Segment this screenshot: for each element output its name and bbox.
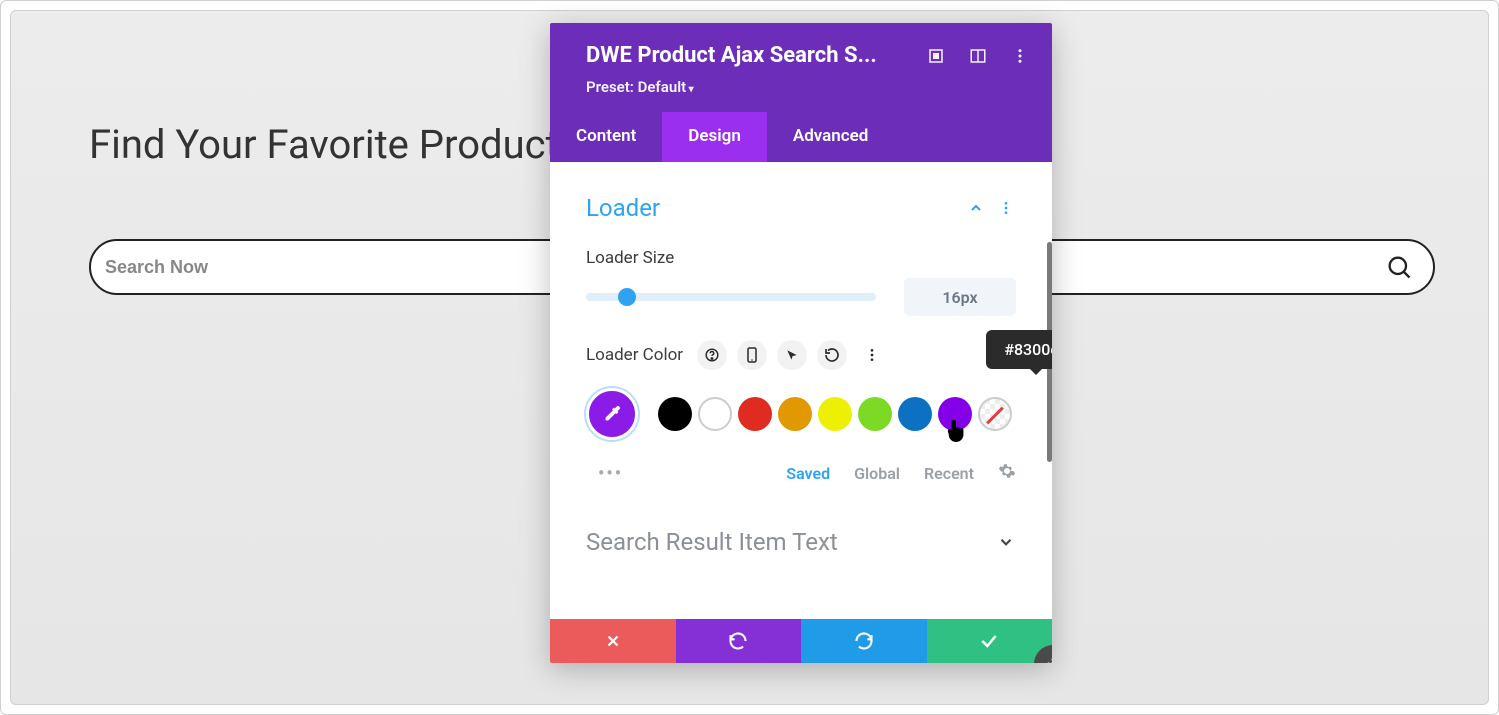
- loader-color-label: Loader Color: [586, 345, 683, 365]
- section-loader-head: Loader: [586, 184, 1016, 232]
- swatch-black[interactable]: [658, 397, 692, 431]
- palette-tabs: ••• Saved Global Recent: [586, 462, 1016, 484]
- panel-body: Loader Loader Size 16px Loader Color: [550, 162, 1052, 619]
- loader-size-label: Loader Size: [586, 248, 1016, 268]
- color-tooltip: #8300e9: [986, 330, 1052, 369]
- help-icon[interactable]: [697, 340, 727, 370]
- section-more-icon[interactable]: [996, 198, 1016, 218]
- hover-icon[interactable]: [777, 340, 807, 370]
- slider-thumb[interactable]: [618, 288, 636, 306]
- redo-button[interactable]: [801, 619, 927, 663]
- palette-tab-global[interactable]: Global: [854, 464, 900, 483]
- reset-icon[interactable]: [817, 340, 847, 370]
- swatches-row: [586, 388, 1016, 440]
- chevron-down-icon: [996, 532, 1016, 552]
- panel-tabs: Content Design Advanced: [550, 112, 1052, 162]
- cancel-button[interactable]: [550, 619, 676, 663]
- swatch-green[interactable]: [858, 397, 892, 431]
- swatch-transparent[interactable]: [978, 397, 1012, 431]
- loader-color-row: Loader Color #8300e9: [586, 340, 1016, 370]
- gear-icon[interactable]: [998, 462, 1016, 484]
- panel-footer: [550, 619, 1052, 663]
- loader-size-slider[interactable]: [586, 293, 876, 301]
- swatch-yellow[interactable]: [818, 397, 852, 431]
- swatch-orange[interactable]: [778, 397, 812, 431]
- tab-design[interactable]: Design: [662, 112, 767, 162]
- swatch-white[interactable]: [698, 397, 732, 431]
- accordion-search-result-item-text[interactable]: Search Result Item Text: [586, 528, 1016, 556]
- swatch-red[interactable]: [738, 397, 772, 431]
- search-icon[interactable]: [1385, 253, 1413, 281]
- swatch-blue[interactable]: [898, 397, 932, 431]
- save-button[interactable]: [927, 619, 1053, 663]
- accordion-title: Search Result Item Text: [586, 528, 838, 556]
- chevron-up-icon[interactable]: [966, 198, 986, 218]
- ellipsis-icon[interactable]: •••: [598, 463, 762, 484]
- palette-tab-recent[interactable]: Recent: [924, 464, 974, 483]
- undo-button[interactable]: [676, 619, 802, 663]
- swatch-purple[interactable]: [938, 397, 972, 431]
- columns-icon[interactable]: [966, 44, 990, 68]
- eyedropper-button[interactable]: [586, 388, 638, 440]
- preset-selector[interactable]: Preset: Default: [550, 68, 1052, 112]
- tab-advanced[interactable]: Advanced: [767, 112, 895, 162]
- panel-header: DWE Product Ajax Search S... Preset: Def…: [550, 23, 1052, 112]
- page-heading: Find Your Favorite Products: [89, 121, 579, 168]
- settings-panel: DWE Product Ajax Search S... Preset: Def…: [550, 23, 1052, 663]
- panel-title: DWE Product Ajax Search S...: [586, 43, 906, 68]
- palette-tab-saved[interactable]: Saved: [786, 464, 830, 483]
- more-icon[interactable]: [1008, 44, 1032, 68]
- section-loader-title[interactable]: Loader: [586, 194, 952, 222]
- tab-content[interactable]: Content: [550, 112, 662, 162]
- mobile-icon[interactable]: [737, 340, 767, 370]
- loader-size-value[interactable]: 16px: [904, 278, 1016, 316]
- expand-icon[interactable]: [924, 44, 948, 68]
- field-more-icon[interactable]: [857, 340, 887, 370]
